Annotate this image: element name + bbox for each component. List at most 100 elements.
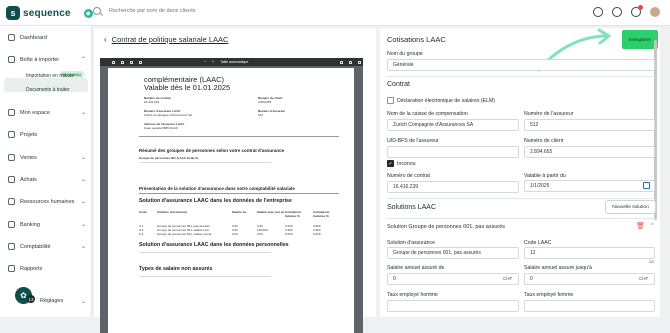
chevron-up-icon[interactable]: ⌃	[650, 223, 654, 229]
avatar[interactable]	[650, 7, 660, 17]
salary-types-title: Types de salaire non assurés	[139, 266, 213, 272]
divider	[387, 76, 655, 77]
insurer-block: Numéro d'assureur LAAC Zurich Compagnie d…	[144, 109, 192, 117]
sidebar-subitem-bulk-import[interactable]: Importation en masse	[26, 73, 74, 79]
contract-block: Numéro de contrat 16.416.239	[144, 96, 171, 104]
new-solution-button[interactable]: Nouvelle solution	[605, 200, 656, 214]
clock-icon[interactable]	[612, 7, 622, 17]
male-rate-label: Taux employé homme	[387, 292, 438, 298]
cell: 0.00	[257, 232, 263, 236]
calendar-icon[interactable]	[643, 182, 650, 189]
uid-label: UID-BFS de l'assureur	[387, 138, 439, 144]
chevron-down-icon: ⌄	[80, 177, 86, 183]
currency-unit: CHF	[503, 276, 513, 281]
document-title[interactable]: Contrat de politique salariale LAAC	[112, 35, 229, 44]
sidebar-item-settings[interactable]: Réglages ⌄	[40, 298, 88, 305]
sidebar-item-my-space[interactable]: Mon espace ⌄	[8, 109, 88, 116]
sidebar-item-import[interactable]: Boîte à importer ⌃	[8, 56, 88, 63]
more-icon[interactable]	[358, 60, 362, 64]
chart-icon	[8, 265, 15, 272]
page-down-icon[interactable]	[139, 60, 142, 64]
sidebar-item-label: Ressources humaines	[20, 198, 75, 205]
top-bar: s sequence ◆	[0, 0, 670, 26]
divider	[387, 198, 655, 199]
search-icon[interactable]	[121, 60, 124, 64]
sidebar-item-label: Projets	[20, 131, 38, 138]
group-name-input[interactable]: Générale	[387, 59, 655, 71]
sidebar-item-sales[interactable]: Ventes ⌄	[8, 154, 88, 161]
trash-icon[interactable]: 🗑	[636, 222, 645, 230]
contract-number-input[interactable]: 16.416.239	[387, 181, 519, 193]
sidebar-subitem-documents[interactable]: Documents à traiter	[26, 87, 70, 93]
download-icon[interactable]	[349, 60, 353, 64]
pdf-viewer[interactable]: − + Taille automatique complémentaire (L…	[100, 58, 363, 333]
sidebar-item-dashboard[interactable]: Dashboard	[8, 34, 88, 41]
elm-checkbox[interactable]	[387, 97, 394, 104]
sidebar-item-label: Achats	[20, 176, 37, 183]
sidebar-item-label: Rapports	[20, 265, 43, 272]
uid-input[interactable]	[387, 146, 519, 158]
page-up-icon[interactable]	[130, 60, 133, 64]
bank-icon	[8, 221, 15, 228]
solution-input[interactable]: Groupe de personnes 001, pas assurés	[387, 247, 519, 259]
cell: A 3	[139, 232, 144, 236]
chevron-left-icon[interactable]: ‹	[104, 35, 107, 44]
sidebar-item-hr[interactable]: Ressources humaines ⌄	[8, 198, 88, 205]
app-logo[interactable]: s sequence ◆	[6, 6, 93, 20]
max-salary-label: Salaire annuel assuré jusqu'à	[524, 265, 592, 271]
solution-header[interactable]: Solution Groupe de personnes 001, pas as…	[387, 224, 505, 230]
sidebar-item-reports[interactable]: Rapports	[8, 265, 88, 272]
app-name: sequence	[23, 7, 71, 19]
cell: 0.000	[313, 232, 321, 236]
male-rate-input[interactable]	[387, 300, 519, 312]
elm-label: Déclaration électronique de salaires (EL…	[397, 98, 496, 104]
bell-icon[interactable]	[631, 5, 643, 17]
client-number-label: Numéro de client	[524, 138, 564, 144]
sidebar-item-purchases[interactable]: Achats ⌄	[8, 176, 88, 183]
value: 2.894.655	[258, 100, 272, 104]
folder-icon	[8, 131, 15, 138]
user-icon	[8, 109, 15, 116]
valid-from-input[interactable]: 1/1/2025	[524, 180, 655, 192]
solutions-section-title: Solutions LAAC	[387, 204, 437, 211]
value: 16.416.239	[144, 100, 160, 104]
max-salary-input[interactable]: 0	[524, 273, 655, 285]
sidebar-item-label: Dashboard	[20, 34, 47, 41]
unknown-label: Inconnu	[397, 161, 416, 167]
sidebar-item-banking[interactable]: Banking ⌄	[8, 221, 88, 228]
contract-number-label: Numéro de contrat	[387, 173, 430, 179]
code-input[interactable]: 12	[524, 247, 655, 259]
save-button[interactable]: Enregistrer	[622, 30, 658, 49]
cart-icon	[8, 176, 15, 183]
search-input[interactable]	[109, 8, 309, 14]
zoom-select[interactable]: Taille automatique	[220, 60, 248, 64]
sidebar-item-projects[interactable]: Projets	[8, 131, 88, 138]
client-number-input[interactable]: 2.894.655	[524, 146, 655, 158]
cell: 0.00	[232, 232, 238, 236]
insurer-number-input[interactable]: 512	[524, 119, 655, 131]
chevron-down-icon: ⌄	[80, 199, 86, 205]
sidebar-item-label: Comptabilité	[20, 243, 51, 250]
add-icon[interactable]	[593, 7, 603, 17]
sidebar-item-accounting[interactable]: Comptabilité ⌄	[8, 243, 88, 250]
solution-table-body: A 1 Groupe de personnes 001, pas assurés 0…	[139, 224, 349, 236]
logo-icon: s	[6, 6, 20, 20]
code-label: Code LAAC	[524, 240, 552, 246]
valid-from-label: Valable à partir du	[524, 173, 566, 179]
search-icon	[93, 7, 101, 15]
female-rate-label: Taux employé femme	[524, 292, 574, 298]
zoom-out-icon[interactable]: −	[204, 60, 206, 64]
diamond-icon[interactable]: ◆	[83, 8, 93, 18]
heading-line: Valable dès le 01.01.2025	[144, 83, 231, 92]
min-salary-input[interactable]: 0	[387, 273, 519, 285]
insurer-number-label: Numéro de l'assureur	[524, 111, 574, 117]
min-salary-label: Salaire annuel assuré de	[387, 265, 445, 271]
sidebar-item-label: Mon espace	[20, 109, 50, 116]
unknown-checkbox[interactable]: ✓	[387, 160, 394, 167]
female-rate-input[interactable]	[524, 300, 655, 312]
fund-input[interactable]: Zurich Compagnie d'Assurances SA	[387, 119, 519, 131]
print-icon[interactable]	[340, 60, 344, 64]
sidebar-toggle-icon[interactable]	[112, 60, 115, 64]
divider	[139, 193, 339, 194]
zoom-in-icon[interactable]: +	[212, 60, 214, 64]
